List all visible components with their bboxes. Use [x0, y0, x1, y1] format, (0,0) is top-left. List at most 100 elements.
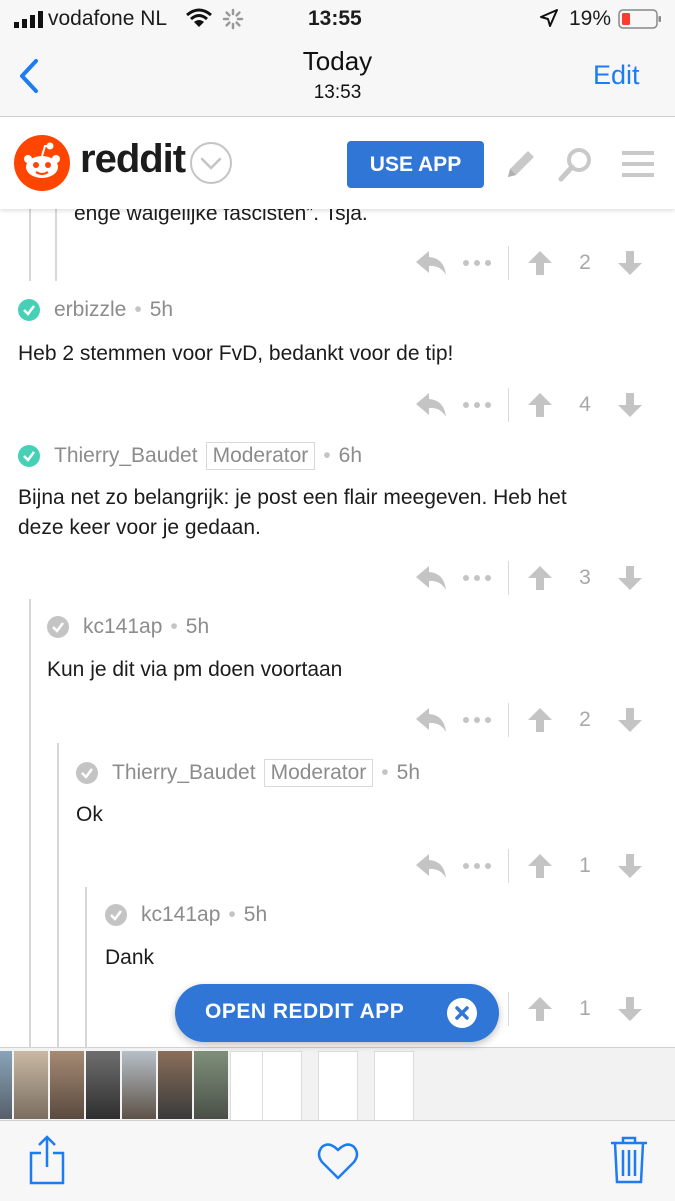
separator — [508, 849, 509, 883]
username[interactable]: Thierry_Baudet — [54, 444, 198, 468]
reply-icon — [416, 854, 446, 878]
reply-icon — [416, 566, 446, 590]
nav-subtitle: 13:53 — [313, 82, 362, 103]
open-reddit-app-button[interactable]: OPEN REDDIT APP — [175, 984, 499, 1042]
more-dots-icon — [463, 402, 491, 408]
upvote-button[interactable] — [517, 558, 563, 598]
vote-score: 2 — [579, 708, 591, 731]
downvote-button[interactable] — [607, 846, 653, 886]
subreddit-dropdown-icon[interactable] — [189, 141, 233, 185]
downvote-arrow-icon — [618, 393, 642, 417]
upvote-arrow-icon — [528, 854, 552, 878]
menu-icon[interactable] — [620, 147, 656, 181]
more-dots-icon — [463, 575, 491, 581]
reddit-logo-icon[interactable] — [14, 135, 70, 191]
search-icon[interactable] — [556, 145, 596, 185]
loading-spinner-icon — [222, 8, 244, 30]
comment-text: Bijna net zo belangrijk: je post een fla… — [18, 483, 567, 543]
comment-text: Ok — [76, 803, 103, 826]
separator — [508, 388, 509, 422]
comment-meta: kc141ap • 5h — [105, 903, 267, 927]
more-options-button[interactable] — [454, 846, 500, 886]
share-icon[interactable] — [28, 1135, 66, 1185]
upvote-button[interactable] — [517, 243, 563, 283]
downvote-button[interactable] — [607, 243, 653, 283]
reply-button[interactable] — [408, 243, 454, 283]
location-arrow-icon — [540, 9, 558, 27]
separator-dot: • — [134, 298, 142, 321]
thread-line — [29, 209, 31, 281]
photo-thumbnail[interactable] — [122, 1051, 156, 1119]
upvote-button[interactable] — [517, 385, 563, 425]
comment-age: 5h — [185, 615, 210, 638]
check-icon — [105, 904, 127, 926]
thread-line — [29, 599, 31, 1047]
downvote-arrow-icon — [618, 854, 642, 878]
comment-actions: 4 — [408, 385, 653, 425]
nav-title: Today — [302, 46, 373, 76]
comment-text: Dank — [105, 946, 155, 969]
photo-thumbnail[interactable] — [14, 1051, 48, 1119]
username[interactable]: Thierry_Baudet — [112, 761, 256, 785]
comment-age: 5h — [243, 903, 268, 926]
trash-icon[interactable] — [610, 1135, 648, 1185]
reddit-wordmark: reddit — [80, 137, 186, 181]
reply-button[interactable] — [408, 558, 454, 598]
reply-button[interactable] — [408, 385, 454, 425]
separator-dot: • — [381, 761, 389, 784]
downvote-button[interactable] — [607, 989, 653, 1029]
vote-score: 3 — [579, 566, 591, 589]
reply-icon — [416, 251, 446, 275]
use-app-button[interactable]: USE APP — [347, 141, 484, 188]
more-dots-icon — [463, 717, 491, 723]
photo-thumbnail[interactable] — [158, 1051, 192, 1119]
photo-thumbnail[interactable] — [194, 1051, 228, 1119]
pencil-icon[interactable] — [500, 145, 540, 185]
reply-button[interactable] — [408, 700, 454, 740]
more-options-button[interactable] — [454, 243, 500, 283]
heart-icon[interactable] — [317, 1141, 359, 1181]
more-dots-icon — [463, 260, 491, 266]
comment-text: enge walgelijke fascisten”. Tsja. — [74, 209, 368, 225]
battery-icon — [618, 9, 662, 29]
screenshot-thumbnail[interactable] — [318, 1051, 358, 1121]
photo-thumbnail[interactable] — [50, 1051, 84, 1119]
photo-thumbnail[interactable] — [0, 1051, 12, 1119]
vote-score: 1 — [579, 997, 591, 1020]
comment-actions: 3 — [408, 558, 653, 598]
reddit-header: reddit USE APP — [0, 117, 675, 209]
signal-icon — [14, 10, 44, 28]
separator — [508, 561, 509, 595]
reply-icon — [416, 393, 446, 417]
check-icon — [18, 445, 40, 467]
separator — [508, 992, 509, 1026]
edit-button[interactable]: Edit — [593, 60, 640, 91]
more-options-button[interactable] — [454, 385, 500, 425]
username[interactable]: kc141ap — [141, 903, 220, 927]
upvote-button[interactable] — [517, 989, 563, 1029]
wifi-icon — [186, 8, 212, 28]
upvote-arrow-icon — [528, 393, 552, 417]
username[interactable]: kc141ap — [83, 615, 162, 639]
photo-thumbnail[interactable] — [86, 1051, 120, 1119]
downvote-button[interactable] — [607, 385, 653, 425]
navigation-bar: Today 13:53 Edit — [0, 40, 675, 117]
screenshot-thumbnail[interactable] — [374, 1051, 414, 1121]
upvote-button[interactable] — [517, 700, 563, 740]
separator-dot: • — [228, 903, 236, 926]
more-options-button[interactable] — [454, 700, 500, 740]
username[interactable]: erbizzle — [54, 298, 126, 322]
comment-age: 6h — [338, 444, 363, 467]
downvote-button[interactable] — [607, 558, 653, 598]
comment-text: Heb 2 stemmen voor FvD, bedankt voor de … — [18, 342, 454, 365]
reply-button[interactable] — [408, 846, 454, 886]
screenshot-thumbnail[interactable] — [262, 1051, 302, 1121]
comment-meta: Thierry_Baudet Moderator • 5h — [76, 759, 420, 787]
downvote-button[interactable] — [607, 700, 653, 740]
status-bar: vodafone NL 13:55 19% — [0, 0, 675, 40]
more-options-button[interactable] — [454, 558, 500, 598]
upvote-button[interactable] — [517, 846, 563, 886]
photo-thumbnail-strip[interactable] — [0, 1047, 675, 1121]
close-icon[interactable] — [447, 998, 477, 1028]
upvote-arrow-icon — [528, 251, 552, 275]
